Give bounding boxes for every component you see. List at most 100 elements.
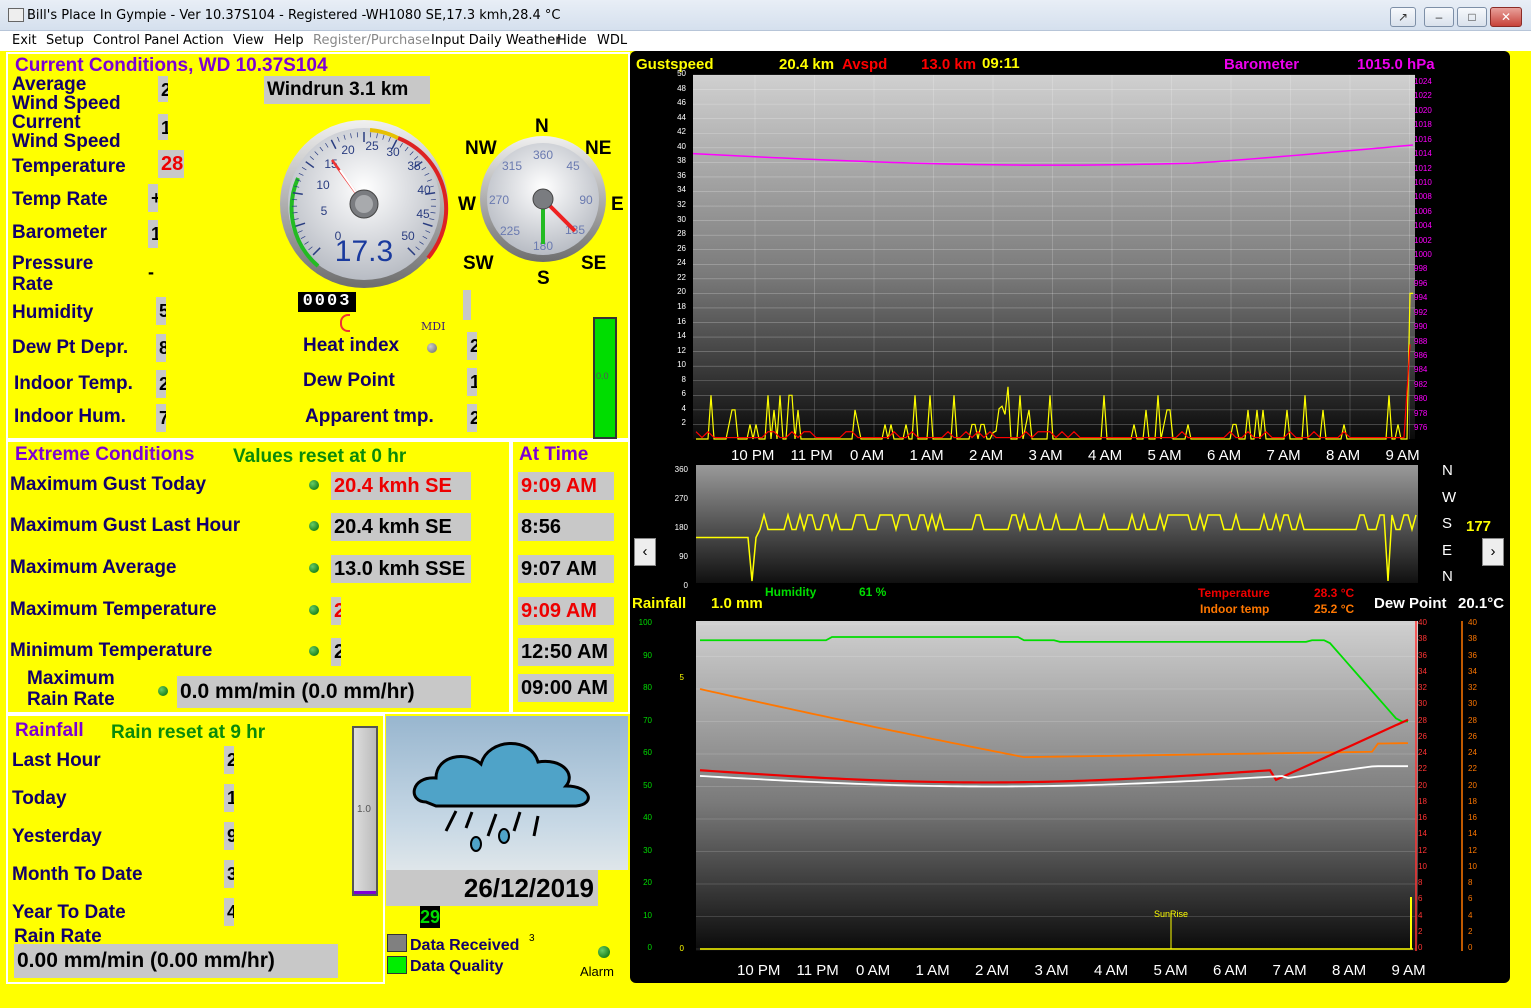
bottom-right-tick-2: 38 [1468,634,1477,644]
top-right-tick: 984 [1414,365,1428,375]
extreme-row-time: 9:09 AM [518,472,614,500]
top-right-tick: 1014 [1414,149,1432,159]
bottom-right-tick: 8 [1418,878,1423,887]
heat-index-label: Heat index [303,335,400,356]
rainfall-panel: Rainfall Rain reset at 9 hr Last Hour 2 … [6,714,385,984]
top-left-tick: 38 [677,156,686,166]
extreme-row-time: 9:09 AM [518,597,614,625]
humidity-value: 5 [156,297,166,325]
barometer-label: Barometer [12,222,108,243]
menu-exit[interactable]: Exit [12,33,37,48]
max-rain-rate-value: 0.0 mm/min (0.0 mm/hr) [177,676,471,708]
menu-input-daily-weather[interactable]: Input Daily Weather [431,33,561,48]
extreme-row-time: 9:07 AM [518,555,614,583]
top-right-tick: 1016 [1414,134,1432,144]
top-right-tick: 976 [1414,423,1428,432]
close-button[interactable]: ✕ [1490,7,1522,27]
indoor-temp-value: 2 [156,370,166,398]
dewpt-depr-label: Dew Pt Depr. [12,337,129,358]
dewpoint-graph-label: Dew Point [1374,595,1447,612]
apparent-temp-value: 2 [467,404,477,432]
menu-help[interactable]: Help [274,33,304,48]
top-left-tick: 48 [677,83,686,93]
menu-action[interactable]: Action [183,33,224,48]
extreme-row-time: 12:50 AM [518,638,614,666]
bottom-right-tick-2: 12 [1468,845,1477,855]
odometer: 0003 [298,292,356,312]
bottom-left-tick: 10 [643,910,652,920]
rain-reset-note: Rain reset at 9 hr [111,722,266,743]
wind-dir-letter: E [1442,541,1453,559]
sunrise-label: SunRise [1154,909,1189,919]
top-right-tick: 996 [1414,278,1428,288]
max-rain-rate-label: Maximum Rain Rate [27,668,115,710]
help-cursor-button[interactable]: ↗ [1390,7,1416,27]
top-left-tick: 14 [677,331,686,341]
top-right-tick: 1010 [1414,177,1432,187]
top-right-tick: 978 [1414,408,1428,418]
scroll-left-button[interactable]: ‹ [634,538,656,566]
maximize-button[interactable]: □ [1457,7,1487,27]
top-x-label: 2 AM [969,447,1004,464]
rain-last-hour-label: Last Hour [12,750,101,771]
dewpt-depr-value: 8 [156,334,166,362]
top-right-tick: 1008 [1414,192,1432,202]
menu-setup[interactable]: Setup [46,33,84,48]
temperature-label: Temperature [12,156,126,177]
top-left-tick: 28 [677,229,686,239]
gauge-tick-label: 20 [341,143,355,157]
scroll-right-button[interactable]: › [1482,538,1504,566]
extreme-row-value: 13.0 kmh SSE [331,555,471,583]
bottom-right-tick: 16 [1418,813,1427,822]
bottom-left-tick: 60 [643,748,652,757]
top-x-label: 5 AM [1147,447,1182,464]
top-right-tick: 1024 [1414,77,1432,86]
top-right-tick: 1002 [1414,235,1432,245]
top-right-tick: 998 [1414,264,1428,274]
alarm-indicator[interactable] [598,946,610,958]
bottom-right-tick-2: 24 [1468,748,1477,757]
bottom-right-tick: 2 [1418,926,1423,936]
menu-view[interactable]: View [233,33,264,48]
bottom-right-tick-2: 28 [1468,715,1477,725]
bottom-right-tick-2: 26 [1468,731,1477,741]
bottom-x-label: 10 PM [737,962,781,979]
top-right-tick: 982 [1414,379,1428,389]
top-right-tick: 990 [1414,322,1428,332]
bottom-rain-tick: 5 [679,673,684,682]
bottom-right-tick: 14 [1418,829,1427,839]
extreme-row-value: 2 [331,597,341,625]
wind-dir-letter: N [1442,462,1453,479]
bottom-x-label: 3 AM [1034,962,1069,979]
bottom-x-label: 7 AM [1272,962,1307,979]
top-x-label: 4 AM [1088,447,1123,464]
rainfall-graph-value: 1.0 mm [711,595,763,612]
minimize-button[interactable]: – [1424,7,1454,27]
menu-wdl[interactable]: WDL [597,33,627,48]
gauge-tick-label: 40 [417,183,431,197]
top-left-tick: 18 [677,301,686,311]
gauge-tick-label: 25 [365,139,379,153]
menu-hide[interactable]: Hide [557,33,587,48]
menu-control-panel[interactable]: Control Panel [93,33,179,48]
mdi-label: MDI [421,320,446,333]
rain-month-label: Month To Date [12,864,143,885]
bottom-right-tick-2: 16 [1468,813,1477,822]
extreme-row-indicator [309,480,319,490]
top-left-tick: 22 [677,272,686,282]
windrun-value: Windrun 3.1 km [264,76,430,104]
wind-dir-letter: N [1442,568,1453,585]
bottom-right-tick: 4 [1418,910,1423,920]
top-left-tick: 26 [677,243,686,253]
bottom-right-tick-2: 36 [1468,650,1477,660]
top-right-tick: 994 [1414,293,1428,303]
alarm-label: Alarm [580,964,614,979]
top-right-tick: 1000 [1414,250,1432,259]
bottom-right-tick-2: 14 [1468,829,1477,839]
app-icon [8,8,24,22]
humidity-graph-label: Humidity [765,585,817,599]
top-x-label: 6 AM [1207,447,1242,464]
menu-register[interactable]: Register/Purchase [313,33,430,48]
extreme-row-label: Maximum Gust Last Hour [10,515,241,536]
indoor-hum-value: 7 [156,404,166,432]
